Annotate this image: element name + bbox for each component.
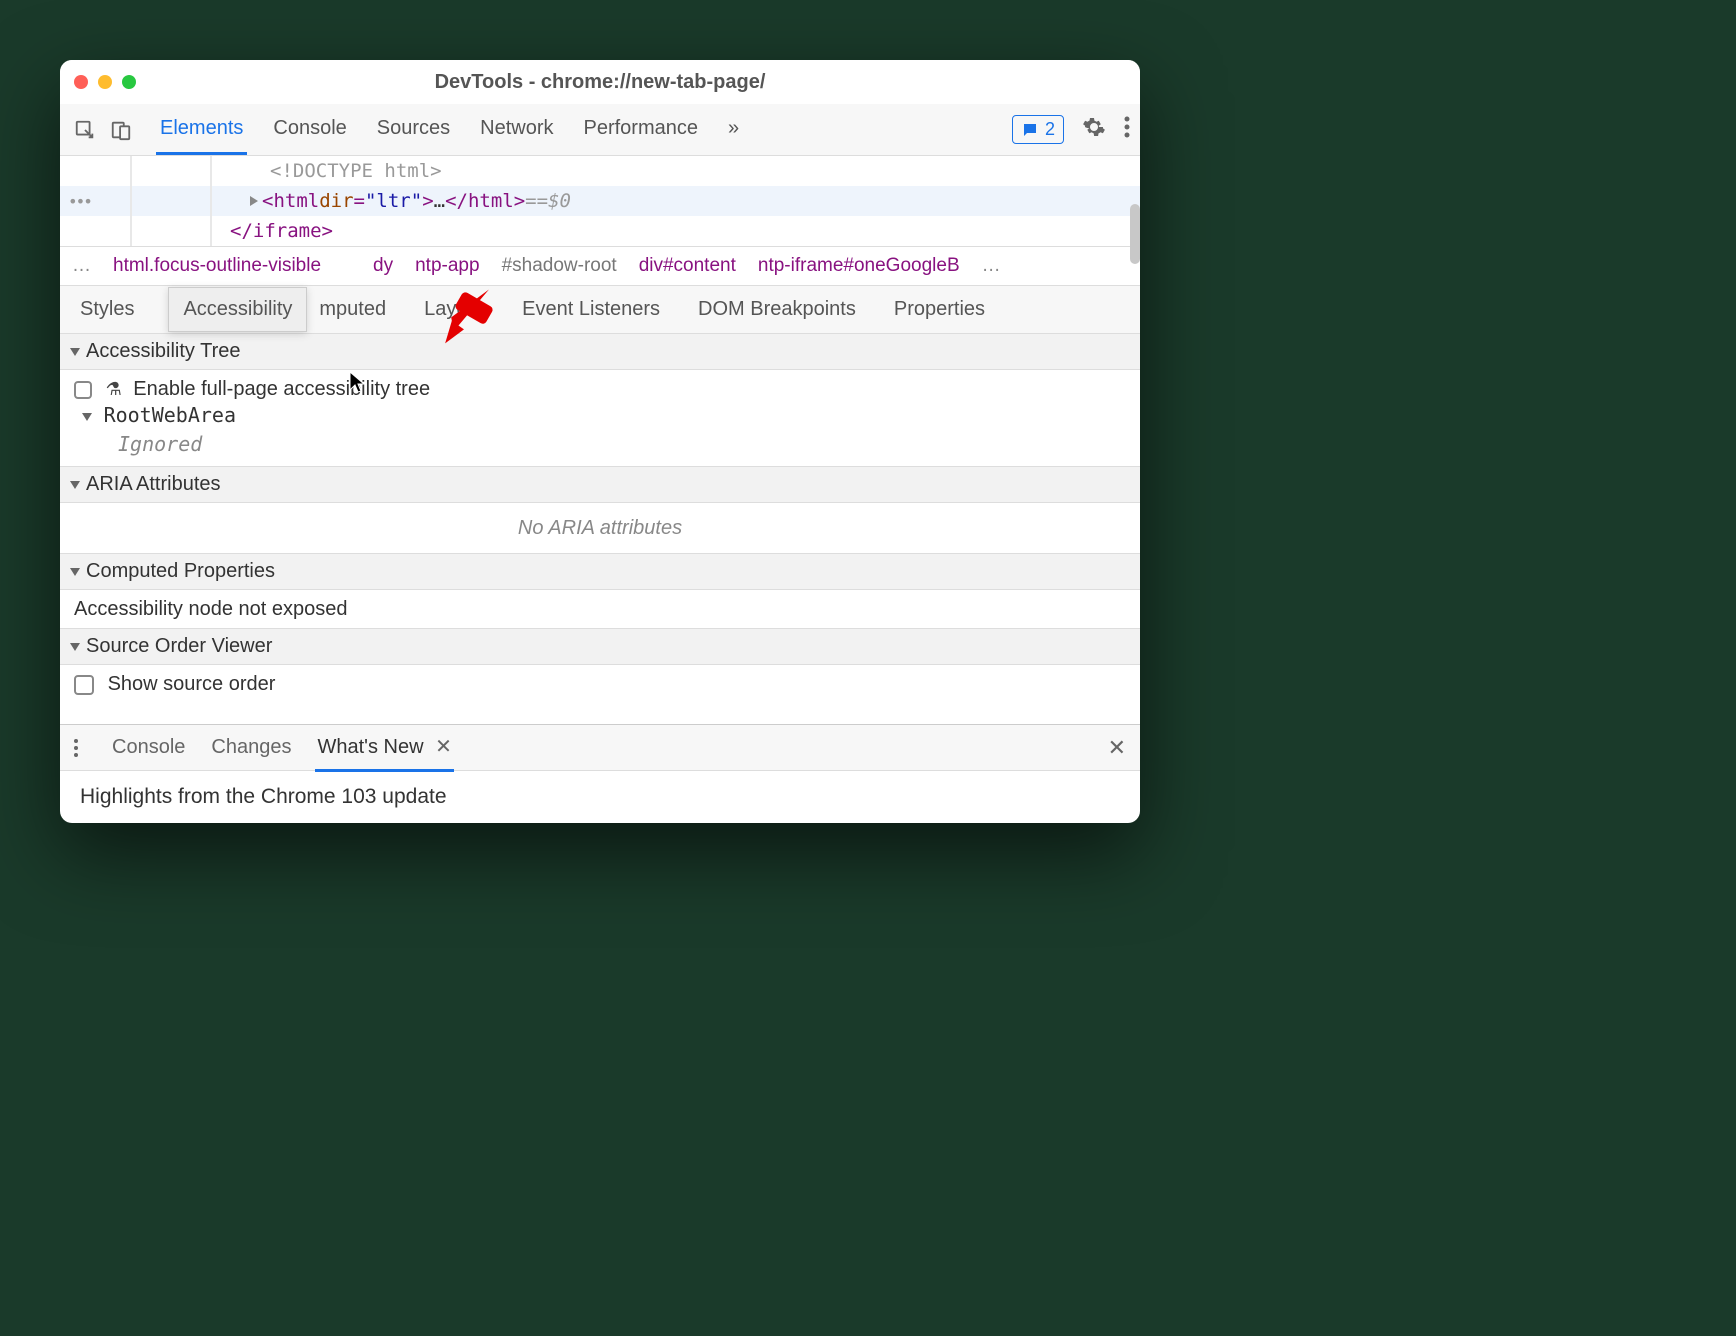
settings-icon[interactable] [1082,115,1106,145]
zoom-window-button[interactable] [122,75,136,89]
sidebar-tab-dom-breakpoints[interactable]: DOM Breakpoints [694,288,860,331]
annotation-arrow-icon [424,274,505,355]
chevron-down-icon [70,481,80,489]
inspect-element-icon[interactable] [70,115,100,145]
window-title: DevTools - chrome://new-tab-page/ [60,71,1140,94]
sidebar-tab-accessibility[interactable]: Accessibility [168,287,307,332]
scrollbar-thumb[interactable] [1130,204,1140,264]
breadcrumb-ntp-app[interactable]: ntp-app [415,255,479,277]
breadcrumb-overflow-left[interactable]: … [72,255,91,277]
breadcrumb-ntp-iframe[interactable]: ntp-iframe#oneGoogleB [758,255,960,277]
expand-icon[interactable] [250,196,258,206]
sidebar-tab-styles[interactable]: Styles [76,288,138,331]
ax-tree-root[interactable]: RootWebArea [74,401,1126,430]
panel-tabs: Elements Console Sources Network Perform… [156,105,994,155]
cursor-icon [348,370,366,396]
issues-count: 2 [1045,119,1055,140]
elements-dom-tree[interactable]: <!DOCTYPE html> <html dir="ltr">…</html>… [60,156,1140,247]
close-drawer-icon[interactable]: ✕ [1108,735,1126,761]
more-icon[interactable] [1124,116,1130,144]
no-aria-message: No ARIA attributes [60,503,1140,554]
experiment-icon: ⚗ [106,379,122,400]
chevron-down-icon [70,643,80,651]
tab-elements[interactable]: Elements [156,105,247,155]
close-window-button[interactable] [74,75,88,89]
section-aria-attributes[interactable]: ARIA Attributes [60,466,1140,503]
ax-tree-ignored[interactable]: Ignored [74,430,1126,459]
window-controls [74,75,136,89]
chevron-down-icon [70,568,80,576]
enable-fullpage-checkbox[interactable] [74,381,92,399]
tab-console[interactable]: Console [269,105,350,155]
dom-breadcrumb[interactable]: … html.focus-outline-visible dy ntp-app … [60,247,1140,286]
sidebar-tab-computed[interactable]: mputed [315,288,390,331]
sidebar-tab-properties[interactable]: Properties [890,288,989,331]
chevron-down-icon [70,348,80,356]
breadcrumb-html[interactable]: html.focus-outline-visible [113,255,321,277]
drawer-more-icon[interactable] [74,739,78,757]
tab-performance[interactable]: Performance [580,105,703,155]
breadcrumb-body[interactable]: dy [373,255,393,277]
window-titlebar: DevTools - chrome://new-tab-page/ [60,60,1140,104]
show-source-order-row[interactable]: Show source order [60,665,1140,704]
breadcrumb-overflow-right[interactable]: … [982,255,1001,277]
enable-fullpage-row[interactable]: ⚗ Enable full-page accessibility tree [74,378,1126,401]
sidebar-tabs: Styles Accessibility mputed Layout Event… [60,286,1140,334]
dom-doctype: <!DOCTYPE html> [270,160,442,182]
issues-badge[interactable]: 2 [1012,115,1064,144]
dom-iframe-close: </iframe> [230,220,333,242]
drawer-tabs: Console Changes What's New ✕ ✕ [60,725,1140,771]
section-source-order[interactable]: Source Order Viewer [60,628,1140,665]
tab-network[interactable]: Network [476,105,557,155]
breadcrumb-shadow-root[interactable]: #shadow-root [502,255,617,277]
drawer-tab-changes[interactable]: Changes [209,726,293,769]
section-computed-properties[interactable]: Computed Properties [60,553,1140,590]
computed-not-exposed: Accessibility node not exposed [60,590,1140,629]
minimize-window-button[interactable] [98,75,112,89]
drawer: Console Changes What's New ✕ ✕ Highlight… [60,724,1140,823]
whatsnew-highlight: Highlights from the Chrome 103 update [60,771,1140,823]
tab-sources[interactable]: Sources [373,105,454,155]
main-toolbar: Elements Console Sources Network Perform… [60,104,1140,156]
drawer-tab-console[interactable]: Console [110,726,187,769]
breadcrumb-div-content[interactable]: div#content [639,255,736,277]
close-tab-icon[interactable]: ✕ [435,736,452,758]
chevron-down-icon[interactable] [82,413,92,421]
section-accessibility-tree[interactable]: Accessibility Tree [60,333,1140,370]
accessibility-tree-body: ⚗ Enable full-page accessibility tree Ro… [60,370,1140,467]
sidebar-tab-event-listeners[interactable]: Event Listeners [518,288,664,331]
tabs-overflow-button[interactable]: » [724,105,743,155]
show-source-order-checkbox[interactable] [74,675,94,695]
dom-html-row[interactable]: <html dir="ltr">…</html> == $0 [60,186,1140,216]
drawer-tab-whatsnew[interactable]: What's New ✕ [315,724,453,772]
devtools-window: DevTools - chrome://new-tab-page/ Elemen… [60,60,1140,823]
device-toggle-icon[interactable] [106,115,136,145]
